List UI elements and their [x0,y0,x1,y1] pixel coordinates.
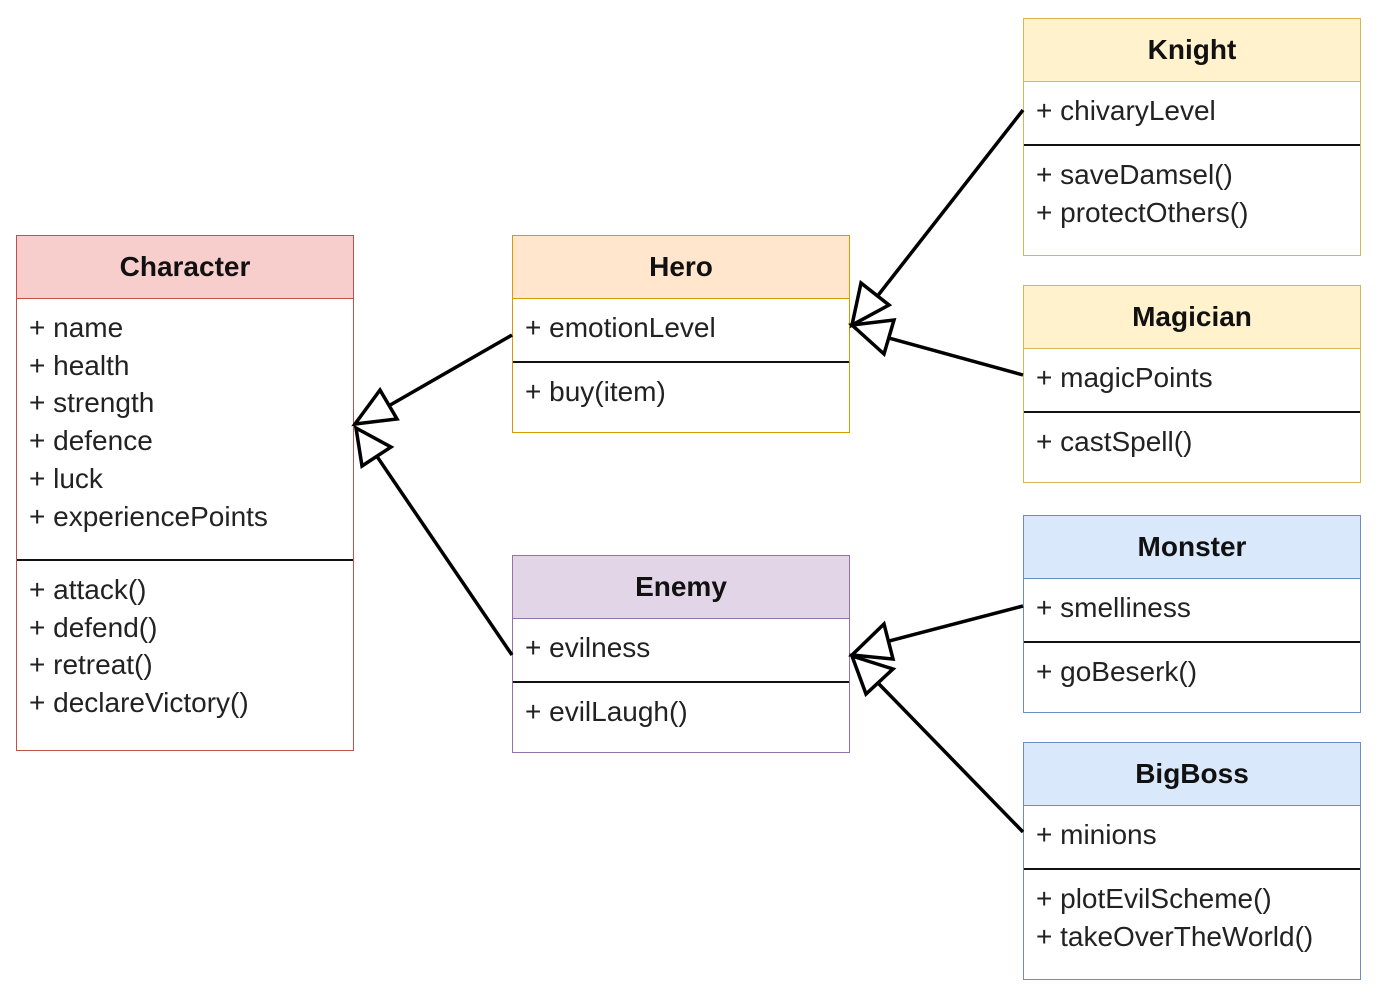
attribute: + name [29,312,124,343]
generalization-edge-knight-hero[interactable] [849,108,1025,329]
attribute: + health [29,349,130,381]
attributes-section: + smelliness [1024,579,1360,643]
attributes-section: + minions [1024,806,1360,870]
method: + plotEvilScheme() [1036,883,1272,914]
methods-section: + attack() + defend() + retreat() + decl… [17,561,353,730]
generalization-edge-enemy-character[interactable] [353,424,514,656]
attributes-section: + magicPoints [1024,349,1360,413]
attributes-section: + evilness [513,619,849,683]
generalization-edge-bigboss-enemy[interactable] [849,653,1025,834]
method: + buy(item) [525,376,666,407]
class-name: Monster [1024,516,1360,579]
attribute: + chivaryLevel [1036,95,1216,126]
methods-section: + buy(item) [513,363,849,419]
method: + protectOthers() [1036,196,1249,228]
attribute: + smelliness [1036,592,1191,623]
class-hero[interactable]: Hero + emotionLevel + buy(item) [512,235,850,433]
attribute: + magicPoints [1036,362,1213,393]
class-monster[interactable]: Monster + smelliness + goBeserk() [1023,515,1361,713]
attribute: + luck [29,462,103,494]
attributes-section: + chivaryLevel [1024,82,1360,146]
class-name: BigBoss [1024,743,1360,806]
class-name: Character [17,236,353,299]
class-name: Hero [513,236,849,299]
attribute: + emotionLevel [525,312,716,343]
class-character[interactable]: Character + name + health + strength + d… [16,235,354,751]
attributes-section: + emotionLevel [513,299,849,363]
methods-section: + castSpell() [1024,413,1360,469]
class-name: Enemy [513,556,849,619]
method: + attack() [29,574,147,605]
class-magician[interactable]: Magician + magicPoints + castSpell() [1023,285,1361,483]
methods-section: + goBeserk() [1024,643,1360,699]
attribute: + defence [29,425,153,457]
methods-section: + evilLaugh() [513,683,849,739]
generalization-edge-magician-hero[interactable] [847,317,1024,377]
method: + takeOverTheWorld() [1036,920,1314,952]
method: + evilLaugh() [525,696,688,727]
method: + castSpell() [1036,426,1193,457]
attributes-section: + name + health + strength + defence + l… [17,299,353,561]
attribute: + minions [1036,819,1157,850]
method: + goBeserk() [1036,656,1198,687]
methods-section: + saveDamsel() + protectOthers() [1024,146,1360,239]
method: + retreat() [29,649,153,681]
class-knight[interactable]: Knight + chivaryLevel + saveDamsel() + p… [1023,18,1361,256]
attribute: + strength [29,387,155,419]
attribute: + experiencePoints [29,500,268,532]
generalization-edge-hero-character[interactable] [351,333,513,427]
attribute: + evilness [525,632,651,663]
class-name: Knight [1024,19,1360,82]
class-name: Magician [1024,286,1360,349]
method: + defend() [29,611,158,643]
method: + declareVictory() [29,687,249,719]
class-enemy[interactable]: Enemy + evilness + evilLaugh() [512,555,850,753]
class-bigboss[interactable]: BigBoss + minions + plotEvilScheme() + t… [1023,742,1361,980]
generalization-edge-monster-enemy[interactable] [848,604,1024,661]
methods-section: + plotEvilScheme() + takeOverTheWorld() [1024,870,1360,963]
method: + saveDamsel() [1036,159,1233,190]
